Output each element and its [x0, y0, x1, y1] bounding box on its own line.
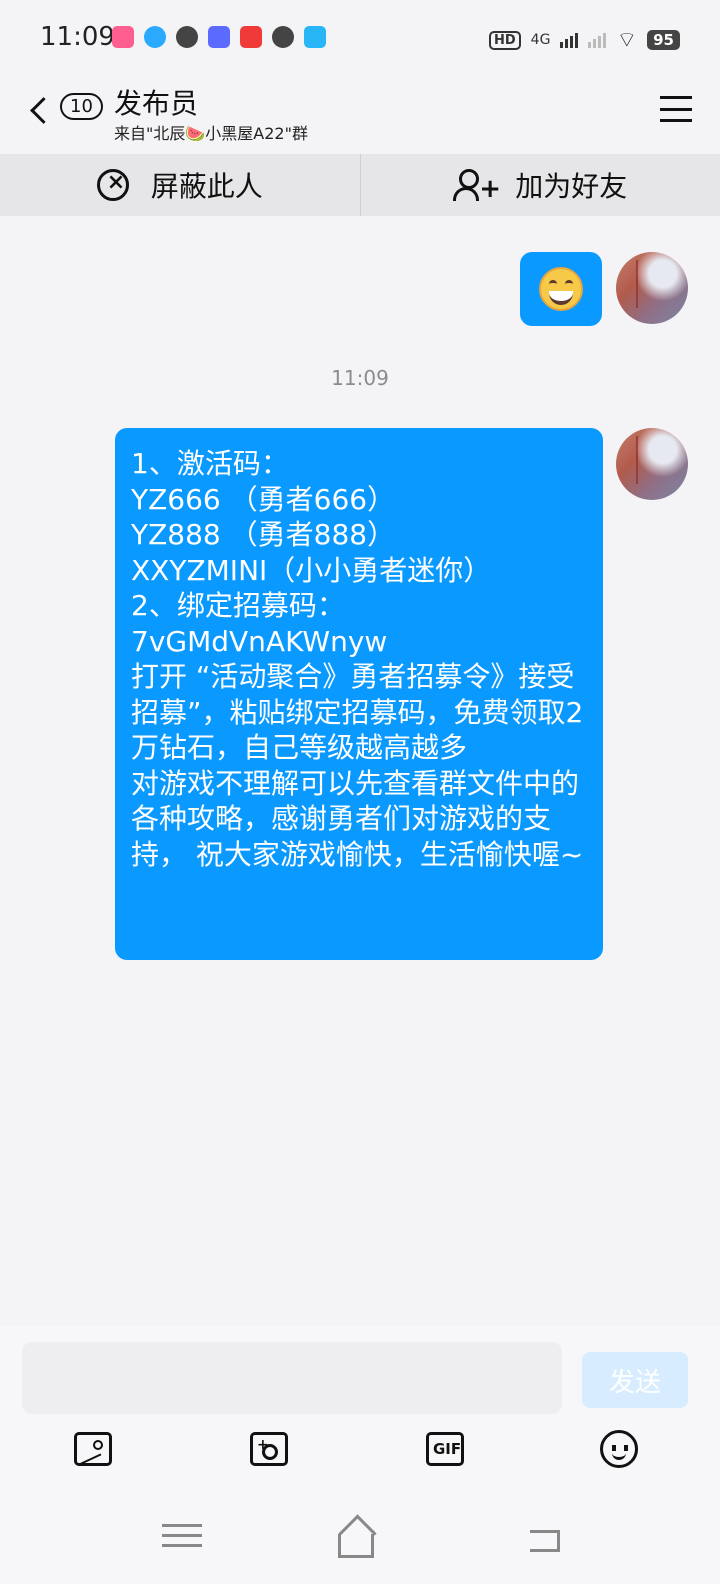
emoji-message-bubble[interactable]	[520, 252, 602, 326]
hd-icon: HD	[489, 30, 521, 50]
chat-header: 10 发布员 来自"北辰🍉小黑屋A22"群	[0, 76, 720, 154]
block-user-button[interactable]: 屏蔽此人	[0, 154, 360, 216]
home-icon[interactable]	[338, 1524, 378, 1558]
message-input[interactable]	[22, 1342, 562, 1414]
add-friend-label: 加为好友	[515, 170, 628, 203]
signal-2-icon	[588, 32, 607, 48]
message-timestamp: 11:09	[331, 366, 389, 390]
chevron-left-icon	[30, 96, 57, 124]
block-user-label: 屏蔽此人	[150, 170, 263, 203]
text-message-bubble[interactable]: 1、激活码： YZ666 （勇者666） YZ888 （勇者888） XXYZM…	[115, 428, 603, 960]
status-bar: 11:09 HD 4G ⌔ 95	[0, 0, 720, 76]
browser-notification-icon	[144, 26, 166, 48]
chat-subtitle: 来自"北辰🍉小黑屋A22"群	[114, 124, 308, 143]
gif-icon[interactable]: GIF	[424, 1428, 466, 1470]
add-friend-button[interactable]: + 加为好友	[361, 154, 720, 216]
system-status: HD 4G ⌔ 95	[489, 26, 680, 54]
laughing-emoji-icon	[539, 267, 583, 311]
cloud-notification-icon	[272, 26, 294, 48]
back-button[interactable]: 10	[26, 90, 106, 130]
avatar[interactable]	[616, 252, 688, 324]
image-icon[interactable]	[72, 1428, 114, 1470]
battery-icon: 95	[647, 30, 680, 50]
tieba-notification-icon	[208, 26, 230, 48]
notification-icons	[112, 26, 326, 48]
block-icon	[96, 169, 129, 201]
back-nav-icon[interactable]	[530, 1524, 570, 1558]
camera-icon[interactable]: +	[248, 1428, 290, 1470]
menu-icon[interactable]	[660, 96, 692, 122]
send-button[interactable]: 发送	[582, 1352, 688, 1408]
stranger-action-bar: 屏蔽此人 + 加为好友	[0, 154, 720, 216]
send-notification-icon	[304, 26, 326, 48]
status-time: 11:09	[40, 22, 115, 52]
signal-icon	[560, 32, 579, 48]
unread-count-badge: 10	[60, 93, 103, 120]
wifi-icon: ⌔	[616, 28, 638, 53]
shop-notification-icon	[240, 26, 262, 48]
compass-notification-icon	[176, 26, 198, 48]
system-navigation-bar	[0, 1502, 720, 1584]
app-notification-icon	[112, 26, 134, 48]
input-area: 发送 + GIF	[0, 1326, 720, 1502]
emoji-icon[interactable]	[598, 1428, 640, 1470]
network-type: 4G	[530, 32, 551, 48]
recent-apps-icon[interactable]	[162, 1524, 202, 1558]
chat-title: 发布员	[114, 87, 199, 120]
avatar[interactable]	[616, 428, 688, 500]
add-user-icon: +	[453, 167, 501, 203]
